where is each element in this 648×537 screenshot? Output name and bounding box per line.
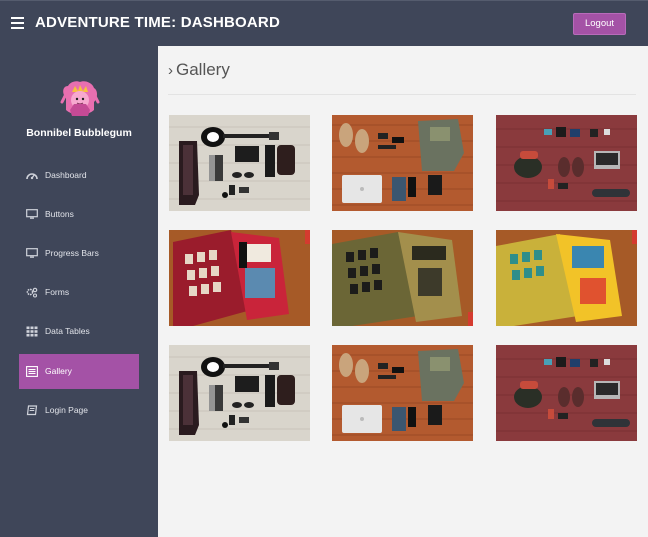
gallery-image-backpack[interactable] <box>332 115 473 211</box>
sidebar-item-forms[interactable]: Forms <box>19 275 139 310</box>
gallery-icon <box>26 366 38 377</box>
main-content: › Gallery <box>158 46 648 537</box>
dashboard-icon <box>26 170 38 181</box>
sidebar-item-label: Progress Bars <box>45 248 99 258</box>
divider <box>168 94 636 95</box>
sidebar-item-login-page[interactable]: Login Page <box>19 393 139 428</box>
sidebar-item-progress-bars[interactable]: Progress Bars <box>19 236 139 271</box>
page-title-text: Gallery <box>176 60 230 79</box>
gallery-image-olive-book[interactable] <box>332 230 473 326</box>
sidebar-item-label: Dashboard <box>45 170 87 180</box>
sidebar-item-label: Gallery <box>45 366 72 376</box>
book-icon <box>26 405 38 416</box>
sidebar-item-dashboard[interactable]: Dashboard <box>19 158 139 193</box>
gears-icon <box>26 287 38 298</box>
sidebar: Bonnibel Bubblegum Dashboard Buttons Pro… <box>0 46 158 537</box>
sidebar-item-label: Login Page <box>45 405 89 415</box>
chevron-right-icon: › <box>168 62 173 79</box>
logout-button[interactable]: Logout <box>573 13 626 35</box>
gallery-image-skateboard[interactable] <box>496 345 637 441</box>
sidebar-item-data-tables[interactable]: Data Tables <box>19 314 139 349</box>
app-title: ADVENTURE TIME: DASHBOARD <box>35 14 280 31</box>
monitor-icon <box>26 248 38 259</box>
gallery-image-guitar[interactable] <box>169 115 310 211</box>
page-title: › Gallery <box>168 60 230 80</box>
gallery-image-skateboard[interactable] <box>496 115 637 211</box>
sidebar-item-label: Data Tables <box>45 326 90 336</box>
grid-icon <box>26 326 38 337</box>
user-name: Bonnibel Bubblegum <box>26 127 132 139</box>
gallery-image-red-book[interactable] <box>169 230 310 326</box>
sidebar-item-gallery[interactable]: Gallery <box>19 354 139 389</box>
gallery-image-guitar[interactable] <box>169 345 310 441</box>
gallery-image-yellow-book[interactable] <box>496 230 637 326</box>
monitor-icon <box>26 209 38 220</box>
avatar <box>58 76 102 120</box>
top-bar: ADVENTURE TIME: DASHBOARD Logout <box>0 0 648 46</box>
sidebar-item-label: Forms <box>45 287 70 297</box>
sidebar-item-buttons[interactable]: Buttons <box>19 197 139 232</box>
sidebar-item-label: Buttons <box>45 209 74 219</box>
hamburger-menu-icon[interactable] <box>11 17 24 29</box>
gallery-image-backpack[interactable] <box>332 345 473 441</box>
